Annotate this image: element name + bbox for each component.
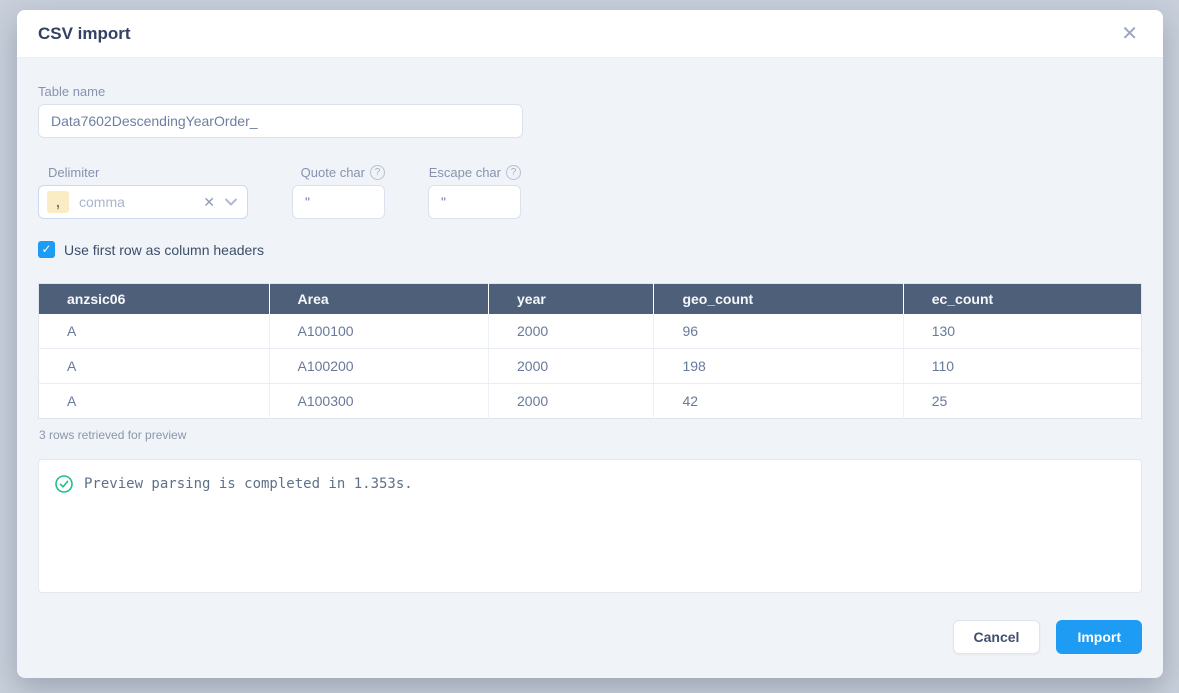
table-cell: A xyxy=(39,314,270,349)
success-check-icon xyxy=(55,475,73,493)
delimiter-label: Delimiter xyxy=(38,165,248,180)
log-message: Preview parsing is completed in 1.353s. xyxy=(84,476,413,492)
preview-table-head-row: anzsic06Areayeargeo_countec_count xyxy=(39,284,1142,314)
dialog-title: CSV import xyxy=(38,24,131,44)
header-checkbox-row: ✓ Use first row as column headers xyxy=(38,241,1142,258)
help-icon[interactable]: ? xyxy=(506,165,521,180)
table-name-label: Table name xyxy=(38,84,1142,99)
help-icon[interactable]: ? xyxy=(370,165,385,180)
import-button[interactable]: Import xyxy=(1056,620,1142,654)
column-header-geo_count: geo_count xyxy=(654,284,903,314)
table-name-field-group: Table name xyxy=(38,84,1142,138)
table-cell: 2000 xyxy=(489,384,654,419)
preview-table-container: anzsic06Areayeargeo_countec_count AA1001… xyxy=(38,283,1142,442)
delimiter-selected-value: comma xyxy=(79,194,203,210)
preview-row-count: 3 rows retrieved for preview xyxy=(38,428,1142,442)
log-entry: Preview parsing is completed in 1.353s. xyxy=(55,475,1125,493)
dialog-actions: Cancel Import xyxy=(38,620,1142,654)
delimiter-select[interactable]: , comma ✕ xyxy=(38,185,248,219)
first-row-headers-label: Use first row as column headers xyxy=(64,242,264,258)
escape-char-input[interactable] xyxy=(428,185,521,219)
table-cell: A100200 xyxy=(269,349,488,384)
quote-char-field-group: Quote char ? xyxy=(292,165,385,219)
column-header-year: year xyxy=(489,284,654,314)
table-cell: A xyxy=(39,384,270,419)
delimiter-field-group: Delimiter , comma ✕ xyxy=(38,165,248,219)
dialog-header: CSV import ✕ xyxy=(17,10,1163,58)
import-log-panel: Preview parsing is completed in 1.353s. xyxy=(38,459,1142,593)
table-cell: A xyxy=(39,349,270,384)
table-row: AA10030020004225 xyxy=(39,384,1142,419)
quote-char-input[interactable] xyxy=(292,185,385,219)
table-cell: 2000 xyxy=(489,314,654,349)
quote-char-label: Quote char xyxy=(301,165,365,180)
table-cell: 25 xyxy=(903,384,1141,419)
parser-options-row: Delimiter , comma ✕ Quote char ? xyxy=(38,165,1142,219)
cancel-button[interactable]: Cancel xyxy=(953,620,1041,654)
close-icon[interactable]: ✕ xyxy=(1117,22,1142,46)
csv-import-dialog: CSV import ✕ Table name Delimiter , comm… xyxy=(17,10,1163,678)
table-cell: 198 xyxy=(654,349,903,384)
table-cell: 96 xyxy=(654,314,903,349)
table-name-input[interactable] xyxy=(38,104,523,138)
preview-table-body: AA100100200096130AA1002002000198110AA100… xyxy=(39,314,1142,419)
first-row-headers-checkbox[interactable]: ✓ xyxy=(38,241,55,258)
table-cell: 2000 xyxy=(489,349,654,384)
table-cell: A100100 xyxy=(269,314,488,349)
delimiter-char-badge: , xyxy=(47,191,69,213)
table-cell: 110 xyxy=(903,349,1141,384)
chevron-down-icon[interactable] xyxy=(225,198,237,206)
column-header-ec_count: ec_count xyxy=(903,284,1141,314)
table-cell: 130 xyxy=(903,314,1141,349)
preview-table: anzsic06Areayeargeo_countec_count AA1001… xyxy=(38,283,1142,419)
clear-icon[interactable]: ✕ xyxy=(203,194,215,211)
column-header-Area: Area xyxy=(269,284,488,314)
escape-char-field-group: Escape char ? xyxy=(428,165,521,219)
table-cell: 42 xyxy=(654,384,903,419)
escape-char-label: Escape char xyxy=(429,165,501,180)
column-header-anzsic06: anzsic06 xyxy=(39,284,270,314)
table-row: AA1002002000198110 xyxy=(39,349,1142,384)
table-cell: A100300 xyxy=(269,384,488,419)
table-row: AA100100200096130 xyxy=(39,314,1142,349)
dialog-body: Table name Delimiter , comma ✕ Quote cha… xyxy=(17,58,1163,678)
